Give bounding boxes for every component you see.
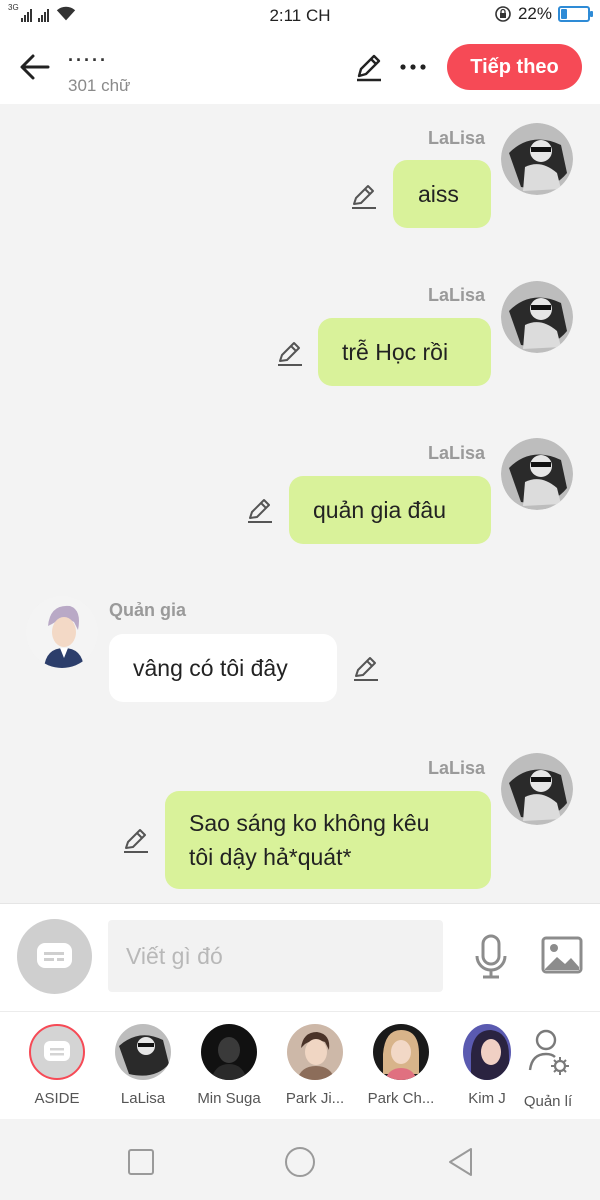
- kim-j-avatar: [463, 1024, 511, 1080]
- next-button[interactable]: Tiếp theo: [447, 44, 582, 90]
- circle-icon[interactable]: [284, 1146, 316, 1178]
- sender-name: LaLisa: [428, 443, 486, 463]
- character-name: LaLisa: [120, 1090, 166, 1107]
- min-suga-avatar: [201, 1024, 257, 1080]
- character-item-park-ji[interactable]: Park Ji...: [275, 1024, 355, 1107]
- aside-avatar: [29, 1024, 85, 1080]
- message-bubble[interactable]: trễ Học rồi: [318, 318, 491, 386]
- user-settings-icon: [528, 1029, 569, 1075]
- triangle-back-icon[interactable]: [445, 1146, 477, 1178]
- avatar-lalisa[interactable]: [501, 281, 573, 353]
- character-item-aside[interactable]: ASIDE: [17, 1024, 97, 1107]
- message-bubble[interactable]: Sao sáng ko không kêu tôi dậy hả*quát*: [165, 791, 491, 889]
- system-nav-bar: [0, 1120, 600, 1200]
- edit-message-icon[interactable]: [246, 496, 274, 524]
- aside-toggle-button[interactable]: [17, 919, 92, 994]
- character-manage-button[interactable]: Quản lí: [508, 1024, 588, 1110]
- edit-message-icon[interactable]: [276, 339, 304, 367]
- avatar-lalisa[interactable]: [501, 753, 573, 825]
- status-bar: 3G 2:11 CH 22%: [0, 0, 600, 32]
- message-input[interactable]: [108, 920, 443, 992]
- character-item-min-suga[interactable]: Min Suga: [189, 1024, 269, 1107]
- battery-icon: [558, 6, 593, 22]
- pencil-icon[interactable]: [354, 52, 384, 82]
- back-arrow-icon[interactable]: [18, 50, 52, 84]
- message-bubble[interactable]: aiss: [393, 160, 491, 228]
- header-bar: ····· 301 chữ Tiếp theo: [0, 32, 600, 104]
- character-name: Park Ch...: [367, 1090, 435, 1107]
- lalisa-avatar: [115, 1024, 171, 1080]
- park-ch-avatar: [373, 1024, 429, 1080]
- image-icon[interactable]: [541, 936, 583, 974]
- edit-message-icon[interactable]: [350, 182, 378, 210]
- chat-story-screen: 3G 2:11 CH 22% ····· 301 chữ Tiếp theo L…: [0, 0, 600, 1200]
- avatar-lalisa[interactable]: [501, 123, 573, 195]
- message-text-line: Sao sáng ko không kêu: [189, 810, 430, 836]
- square-icon[interactable]: [125, 1146, 157, 1178]
- edit-message-icon[interactable]: [352, 654, 380, 682]
- edit-message-icon[interactable]: [122, 826, 150, 854]
- character-item-lalisa[interactable]: LaLisa: [103, 1024, 183, 1107]
- battery-area: 22%: [494, 4, 593, 24]
- character-name: Quản lí: [523, 1093, 573, 1110]
- chat-bubble-icon: [37, 943, 72, 968]
- microphone-icon[interactable]: [473, 934, 509, 980]
- character-item-park-ch[interactable]: Park Ch...: [361, 1024, 441, 1107]
- battery-percent: 22%: [517, 4, 552, 23]
- word-count: 301 chữ: [68, 76, 131, 95]
- park-ji-avatar: [287, 1024, 343, 1080]
- avatar-quan-gia[interactable]: [26, 596, 98, 668]
- avatar-lalisa[interactable]: [501, 438, 573, 510]
- more-dots-icon[interactable]: [398, 52, 428, 82]
- rotation-lock-icon: [495, 6, 511, 22]
- sender-name: Quản gia: [109, 600, 187, 620]
- message-bubble[interactable]: quản gia đâu: [289, 476, 491, 544]
- character-selector: ASIDE LaLisa Min Suga Park Ji... Park Ch…: [0, 1011, 600, 1119]
- sender-name: LaLisa: [428, 758, 486, 778]
- character-name: Min Suga: [197, 1090, 261, 1107]
- sender-name: LaLisa: [428, 285, 486, 305]
- message-text-line: tôi dậy hả*quát*: [189, 844, 352, 870]
- battery-fill: [561, 9, 568, 19]
- story-title: ·····: [68, 50, 108, 70]
- composer-bar: [0, 903, 600, 1011]
- sender-name: LaLisa: [428, 128, 486, 148]
- character-name: ASIDE: [34, 1090, 80, 1107]
- message-bubble[interactable]: vâng có tôi đây: [109, 634, 337, 702]
- character-name: Park Ji...: [285, 1090, 345, 1107]
